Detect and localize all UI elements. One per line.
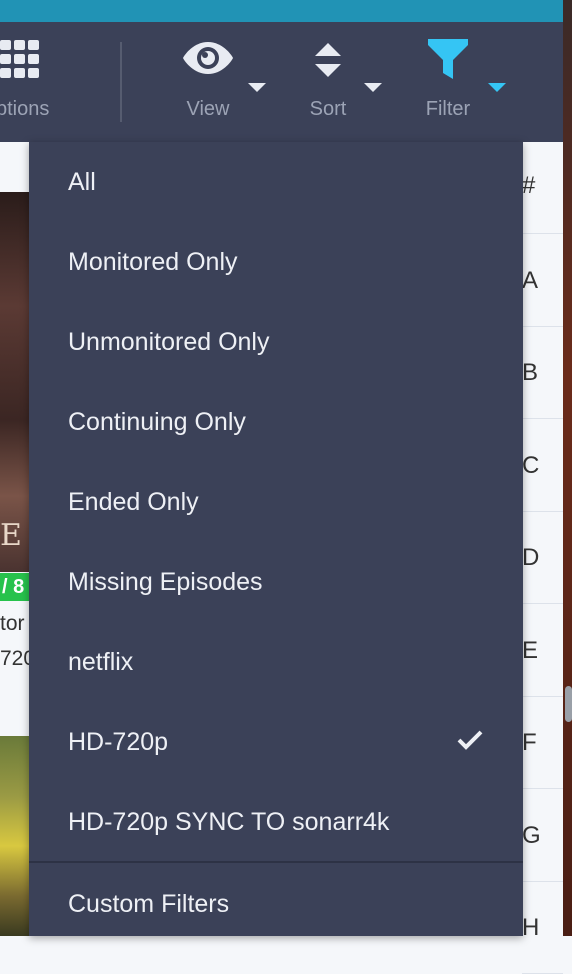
jump-bar-letter[interactable]: B (522, 327, 563, 419)
filter-option-label: Missing Episodes (68, 568, 263, 596)
filter-caret-icon (488, 83, 506, 92)
filter-option-label: HD-720p (68, 728, 169, 756)
sort-button[interactable]: Sort (296, 22, 360, 142)
jump-bar-letter[interactable]: C (522, 420, 563, 512)
filter-option[interactable]: Ended Only (29, 462, 523, 542)
filter-option[interactable]: Unmonitored Only (29, 302, 523, 382)
filter-option[interactable]: netflix (29, 622, 523, 702)
scrollbar-thumb[interactable] (565, 686, 572, 722)
jump-bar-letter[interactable]: A (522, 235, 563, 327)
series-poster[interactable] (0, 736, 30, 936)
filter-option-label: Unmonitored Only (68, 328, 270, 356)
eye-icon (183, 42, 233, 74)
filter-label: Filter (425, 98, 471, 120)
jump-bar-letter[interactable]: F (522, 697, 563, 789)
filter-option-label: Monitored Only (68, 248, 238, 276)
jump-bar-letter[interactable]: G (522, 790, 563, 882)
view-label: View (186, 98, 230, 120)
filter-dropdown-menu: Custom Filters All Monitored Only Unmonito… (29, 142, 523, 936)
custom-filters-item[interactable]: Custom Filters (29, 864, 523, 944)
sort-label: Sort (309, 98, 347, 120)
filter-icon (428, 39, 468, 79)
jump-bar-letter[interactable]: H (522, 882, 563, 974)
top-accent-bar (0, 0, 572, 22)
filter-option-label: HD-720p SYNC TO sonarr4k (68, 808, 390, 836)
options-button[interactable]: ptions (0, 22, 64, 142)
jump-bar-letter[interactable]: # (522, 142, 563, 234)
filter-option[interactable]: HD-720p (29, 702, 523, 782)
toolbar-divider (120, 42, 122, 122)
sort-icon (315, 43, 341, 77)
poster-title-letter: E (0, 518, 22, 553)
filter-option[interactable]: Monitored Only (29, 222, 523, 302)
filter-button[interactable]: Filter (416, 22, 480, 142)
filter-option[interactable]: Missing Episodes (29, 542, 523, 622)
filter-option-label: Continuing Only (68, 408, 246, 436)
jump-bar-letter[interactable]: E (522, 605, 563, 697)
filter-option[interactable]: Continuing Only (29, 382, 523, 462)
options-label: ptions (0, 98, 50, 120)
view-button[interactable]: View (172, 22, 244, 142)
filter-option-label: All (68, 168, 96, 196)
window-edge (563, 0, 572, 936)
sort-caret-icon (364, 83, 382, 92)
jump-bar-letter[interactable]: D (522, 512, 563, 604)
checkmark-icon (457, 730, 483, 750)
episode-count-badge: / 8 (0, 573, 30, 601)
filter-option-label: netflix (68, 648, 134, 676)
grid-icon (0, 40, 39, 78)
filter-option[interactable]: All (29, 142, 523, 222)
filter-option[interactable]: HD-720p SYNC TO sonarr4k (29, 782, 523, 862)
filter-option-label: Ended Only (68, 488, 199, 516)
view-caret-icon (248, 83, 266, 92)
series-poster[interactable] (0, 192, 30, 572)
